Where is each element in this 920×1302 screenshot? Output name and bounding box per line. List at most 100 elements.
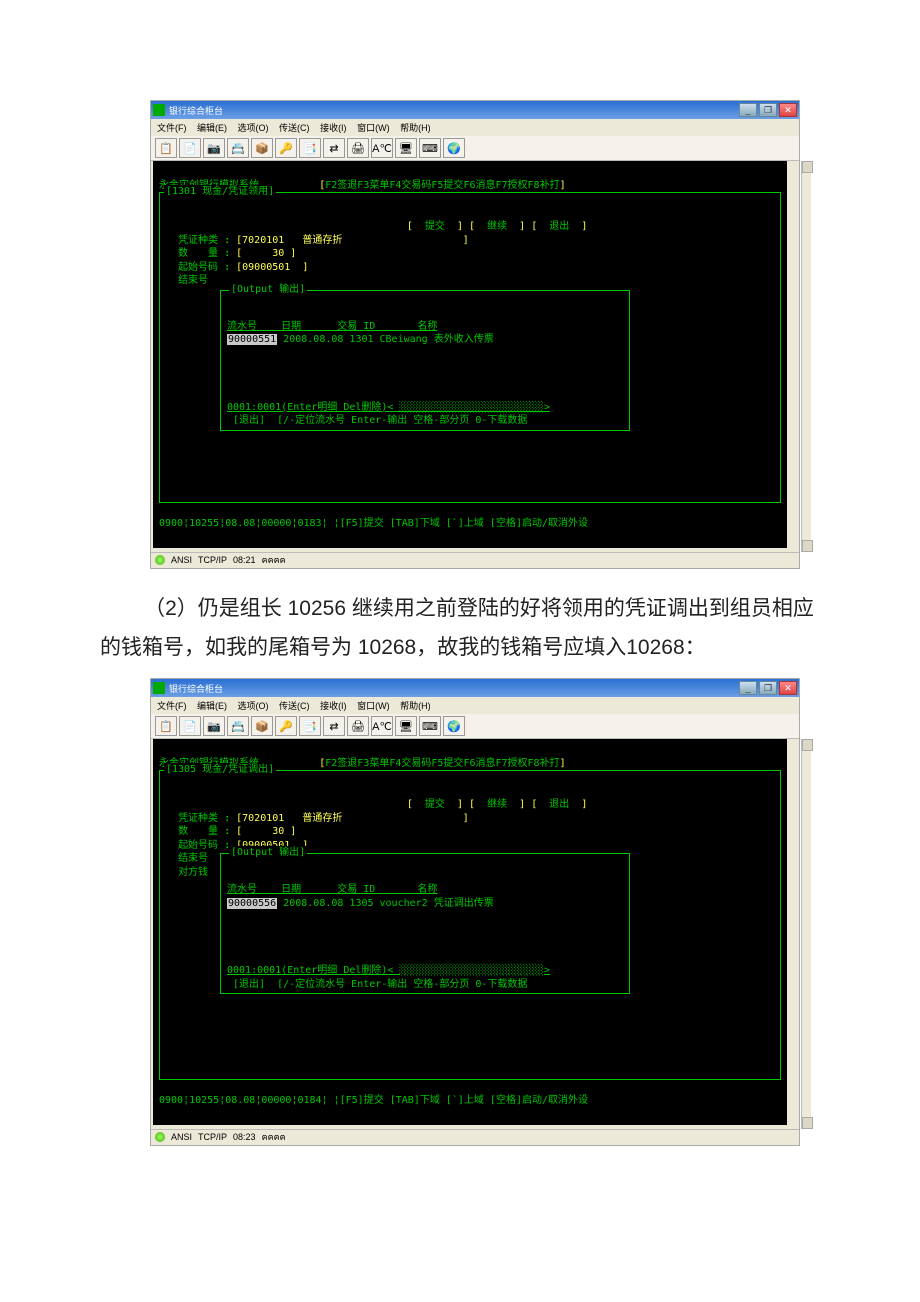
tool-card-icon[interactable]: 📇 bbox=[227, 716, 249, 736]
value-qty[interactable]: [ 30 ] bbox=[236, 248, 296, 259]
menubar: 文件(F) 编辑(E) 选项(O) 传送(C) 接收(I) 窗口(W) 帮助(H… bbox=[151, 119, 799, 136]
fn-f5: F5提交 bbox=[431, 758, 463, 769]
tool-print-icon[interactable]: 🖨 bbox=[347, 716, 369, 736]
fn-f2: F2签退 bbox=[325, 180, 357, 191]
tool-camera-icon[interactable]: 📷 bbox=[203, 716, 225, 736]
vertical-scrollbar[interactable] bbox=[801, 161, 811, 552]
menu-window[interactable]: 窗口(W) bbox=[357, 701, 390, 711]
fn-f2: F2签退 bbox=[325, 758, 357, 769]
window-title: 银行综合柜台 bbox=[169, 682, 223, 695]
label-start: 起始号码 bbox=[178, 262, 218, 273]
tool-print-icon[interactable]: 🖨 bbox=[347, 138, 369, 158]
tool-key-icon[interactable]: 🔑 bbox=[275, 716, 297, 736]
tool-keyboard-icon[interactable]: ⌨ bbox=[419, 138, 441, 158]
menu-receive[interactable]: 接收(I) bbox=[320, 701, 347, 711]
fn-f4: F4交易码 bbox=[389, 758, 431, 769]
label-qty: 数 量 bbox=[178, 826, 218, 837]
tool-keyboard-icon[interactable]: ⌨ bbox=[419, 716, 441, 736]
vertical-scrollbar[interactable] bbox=[801, 739, 811, 1129]
tool-globe-icon[interactable]: 🌍 bbox=[443, 716, 465, 736]
menu-help[interactable]: 帮助(H) bbox=[400, 123, 431, 133]
action-exit[interactable]: 退出 bbox=[549, 221, 569, 232]
menu-send[interactable]: 传送(C) bbox=[279, 123, 310, 133]
titlebar: 银行综合柜台 _ ❐ ✕ bbox=[151, 679, 799, 697]
label-end: 结束号 bbox=[178, 275, 208, 286]
minimize-button[interactable]: _ bbox=[739, 681, 757, 695]
output-headers: 流水号 日期 交易 ID 名称 bbox=[227, 321, 437, 332]
menu-edit[interactable]: 编辑(E) bbox=[197, 701, 227, 711]
close-button[interactable]: ✕ bbox=[779, 103, 797, 117]
menu-send[interactable]: 传送(C) bbox=[279, 701, 310, 711]
output-serial[interactable]: 90000556 bbox=[227, 898, 277, 909]
action-submit[interactable]: 提交 bbox=[425, 799, 445, 810]
tool-globe-icon[interactable]: 🌍 bbox=[443, 138, 465, 158]
tool-camera-icon[interactable]: 📷 bbox=[203, 138, 225, 158]
tool-card-icon[interactable]: 📇 bbox=[227, 138, 249, 158]
tool-box-icon[interactable]: 📦 bbox=[251, 138, 273, 158]
toolbar: 📋 📄 📷 📇 📦 🔑 📑 ⇄ 🖨 A℃ 🖥 ⌨ 🌍 bbox=[151, 714, 799, 739]
close-button[interactable]: ✕ bbox=[779, 681, 797, 695]
fn-f5: F5提交 bbox=[431, 180, 463, 191]
tool-tabs-icon[interactable]: 📑 bbox=[299, 138, 321, 158]
tool-doc-icon[interactable]: 📄 bbox=[179, 138, 201, 158]
form-frame: [1305 现金/凭证调出] [ 提交 ] [ 继续 ] [ 退出 ] 凭证种类… bbox=[159, 770, 781, 1080]
fn-f7: F7授权 bbox=[495, 758, 527, 769]
maximize-button[interactable]: ❐ bbox=[759, 681, 777, 695]
action-exit[interactable]: 退出 bbox=[549, 799, 569, 810]
status-time: 08:21 bbox=[233, 555, 256, 565]
output-legend: [Output 输出] bbox=[229, 846, 307, 860]
terminal-screen[interactable]: 永金实创银行模拟系统 [F2签退F3菜单F4交易码F5提交F6消息F7授权F8补… bbox=[153, 739, 787, 1125]
output-box: [Output 输出] 流水号 日期 交易 ID 名称 90000551 200… bbox=[220, 290, 630, 431]
menu-receive[interactable]: 接收(I) bbox=[320, 123, 347, 133]
tool-key-icon[interactable]: 🔑 bbox=[275, 138, 297, 158]
terminal-screen[interactable]: 永金实创银行模拟系统 [F2签退F3菜单F4交易码F5提交F6消息F7授权F8补… bbox=[153, 161, 787, 548]
form-frame: [1301 现金/凭证领用] [ 提交 ] [ 继续 ] [ 退出 ] 凭证种类… bbox=[159, 192, 781, 503]
menu-options[interactable]: 选项(O) bbox=[238, 123, 269, 133]
tool-screen-icon[interactable]: 🖥 bbox=[395, 138, 417, 158]
statusbar: ANSI TCP/IP 08:23 ฅฅฅฅ bbox=[151, 1129, 799, 1145]
action-continue[interactable]: 继续 bbox=[487, 799, 507, 810]
tool-tabs-icon[interactable]: 📑 bbox=[299, 716, 321, 736]
connection-indicator-icon bbox=[155, 1132, 165, 1142]
value-type[interactable]: [7020101 普通存折 bbox=[236, 235, 342, 246]
value-type[interactable]: [7020101 普通存折 bbox=[236, 813, 342, 824]
minimize-button[interactable]: _ bbox=[739, 103, 757, 117]
output-footer2: [退出] [/-定位流水号 Enter-输出 空格-部分页 0-下载数据 bbox=[227, 979, 527, 990]
status-proto: ANSI bbox=[171, 555, 192, 565]
menu-help[interactable]: 帮助(H) bbox=[400, 701, 431, 711]
fn-f8: F8补打 bbox=[528, 180, 560, 191]
tool-paste-icon[interactable]: 📋 bbox=[155, 138, 177, 158]
menu-window[interactable]: 窗口(W) bbox=[357, 123, 390, 133]
bottom-status: 0900¦10255¦08.08¦00000¦0184¦ ¦[F5]提交 [TA… bbox=[159, 1095, 588, 1106]
tool-doc-icon[interactable]: 📄 bbox=[179, 716, 201, 736]
titlebar: 银行综合柜台 _ ❐ ✕ bbox=[151, 101, 799, 119]
tool-font-icon[interactable]: A℃ bbox=[371, 716, 393, 736]
tool-transfer-icon[interactable]: ⇄ bbox=[323, 138, 345, 158]
action-submit[interactable]: 提交 bbox=[425, 221, 445, 232]
window-title: 银行综合柜台 bbox=[169, 104, 223, 117]
tool-font-icon[interactable]: A℃ bbox=[371, 138, 393, 158]
output-serial[interactable]: 90000551 bbox=[227, 334, 277, 345]
value-start[interactable]: [09000501 ] bbox=[236, 262, 308, 273]
tool-box-icon[interactable]: 📦 bbox=[251, 716, 273, 736]
bottom-status: 0900¦10255¦08.08¦00000¦0183¦ ¦[F5]提交 [TA… bbox=[159, 518, 588, 529]
menu-file[interactable]: 文件(F) bbox=[157, 701, 187, 711]
value-qty[interactable]: [ 30 ] bbox=[236, 826, 296, 837]
tool-transfer-icon[interactable]: ⇄ bbox=[323, 716, 345, 736]
maximize-button[interactable]: ❐ bbox=[759, 103, 777, 117]
status-proto: ANSI bbox=[171, 1132, 192, 1142]
toolbar: 📋 📄 📷 📇 📦 🔑 📑 ⇄ 🖨 A℃ 🖥 ⌨ 🌍 bbox=[151, 136, 799, 161]
menu-edit[interactable]: 编辑(E) bbox=[197, 123, 227, 133]
fn-f3: F3菜单 bbox=[357, 758, 389, 769]
status-time: 08:23 bbox=[233, 1132, 256, 1142]
status-conn: TCP/IP bbox=[198, 1132, 227, 1142]
menu-options[interactable]: 选项(O) bbox=[238, 701, 269, 711]
menu-file[interactable]: 文件(F) bbox=[157, 123, 187, 133]
tool-screen-icon[interactable]: 🖥 bbox=[395, 716, 417, 736]
output-headers: 流水号 日期 交易 ID 名称 bbox=[227, 884, 437, 895]
tool-paste-icon[interactable]: 📋 bbox=[155, 716, 177, 736]
label-type: 凭证种类 bbox=[178, 813, 218, 824]
trade-code-line: [1301 现金/凭证领用] bbox=[164, 185, 276, 199]
app-icon bbox=[153, 104, 165, 116]
action-continue[interactable]: 继续 bbox=[487, 221, 507, 232]
